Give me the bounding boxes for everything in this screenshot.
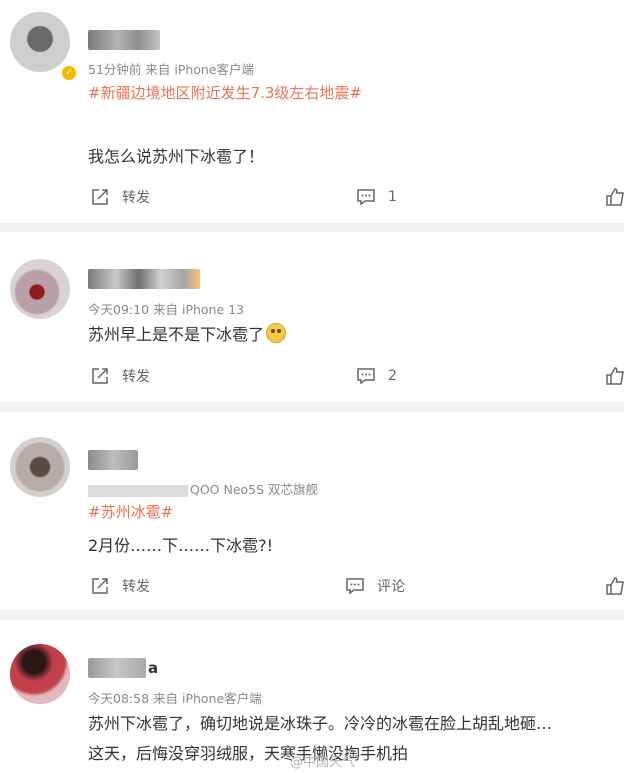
repost-label: 转发: [122, 190, 150, 206]
repost-button[interactable]: 转发: [90, 364, 150, 388]
action-bar: 转发 评论: [0, 574, 624, 598]
action-bar: 转发 1: [0, 185, 624, 209]
comment-button[interactable]: 评论: [345, 574, 405, 598]
like-icon: [605, 576, 624, 596]
like-button[interactable]: [605, 364, 624, 388]
repost-icon: [90, 576, 110, 596]
verified-badge-icon: ✓: [60, 64, 78, 82]
topic-link[interactable]: #苏州冰雹#: [88, 501, 173, 522]
comment-icon: [356, 187, 376, 207]
post-1: ✓ 51分钟前 来自 iPhone客户端 #新疆边境地区附近发生7.3级左右地震…: [0, 0, 624, 222]
topic-link[interactable]: #新疆边境地区附近发生7.3级左右地震#: [88, 82, 362, 103]
avatar[interactable]: [10, 644, 70, 704]
comment-button[interactable]: 2: [356, 364, 397, 388]
emoji-icon: [266, 323, 287, 343]
comment-button[interactable]: 1: [356, 185, 397, 209]
meta-blurred: [88, 484, 188, 497]
username-blurred: [88, 658, 146, 678]
username-suffix[interactable]: a: [148, 659, 158, 677]
comment-count: 2: [388, 368, 397, 384]
avatar[interactable]: [10, 12, 70, 72]
comment-icon: [345, 576, 365, 596]
comment-count: 1: [388, 189, 397, 205]
post-separator: [0, 402, 624, 412]
post-text-line-2: 这天，后悔没穿羽绒服，天寒手懒没掏手机拍: [88, 744, 409, 763]
post-meta: 今天09:10 来自 iPhone 13: [88, 302, 245, 317]
post-text: 我怎么说苏州下冰雹了！: [88, 147, 265, 166]
post-text: 苏州早上是不是下冰雹了: [88, 321, 287, 345]
post-text-line-1: 苏州下冰雹了，确切地说是冰珠子。冷冷的冰雹在脸上胡乱地砸…: [88, 714, 553, 733]
repost-icon: [90, 187, 110, 207]
repost-button[interactable]: 转发: [90, 185, 150, 209]
avatar[interactable]: [10, 259, 70, 319]
watermark: @中国天气: [290, 755, 356, 770]
like-button[interactable]: [605, 574, 624, 598]
post-separator: [0, 222, 624, 232]
action-bar: 转发 2: [0, 364, 624, 388]
comment-icon: [356, 366, 376, 386]
like-button[interactable]: [605, 185, 624, 209]
repost-label: 转发: [122, 369, 150, 385]
post-3: QOO Neo5S 双芯旗舰 #苏州冰雹# 2月份……下……下冰雹?! 转发 评…: [0, 412, 624, 610]
post-meta: QOO Neo5S 双芯旗舰: [88, 479, 318, 498]
username-blurred[interactable]: [88, 30, 160, 50]
like-icon: [605, 366, 624, 386]
avatar[interactable]: [10, 437, 70, 497]
comment-label: 评论: [377, 579, 405, 595]
repost-button[interactable]: 转发: [90, 574, 150, 598]
username-blurred[interactable]: [88, 450, 138, 470]
post-source: QOO Neo5S 双芯旗舰: [190, 482, 319, 497]
repost-icon: [90, 366, 110, 386]
username-blurred[interactable]: [88, 269, 200, 289]
repost-label: 转发: [122, 579, 150, 595]
post-separator: [0, 610, 624, 620]
like-icon: [605, 187, 624, 207]
post-text-content: 苏州早上是不是下冰雹了: [88, 325, 265, 344]
post-meta: 51分钟前 来自 iPhone客户端: [88, 62, 255, 77]
post-text: 2月份……下……下冰雹?!: [88, 536, 274, 555]
post-meta: 今天08:58 来自 iPhone客户端: [88, 691, 262, 706]
post-2: 今天09:10 来自 iPhone 13 苏州早上是不是下冰雹了 转发 2: [0, 232, 624, 402]
